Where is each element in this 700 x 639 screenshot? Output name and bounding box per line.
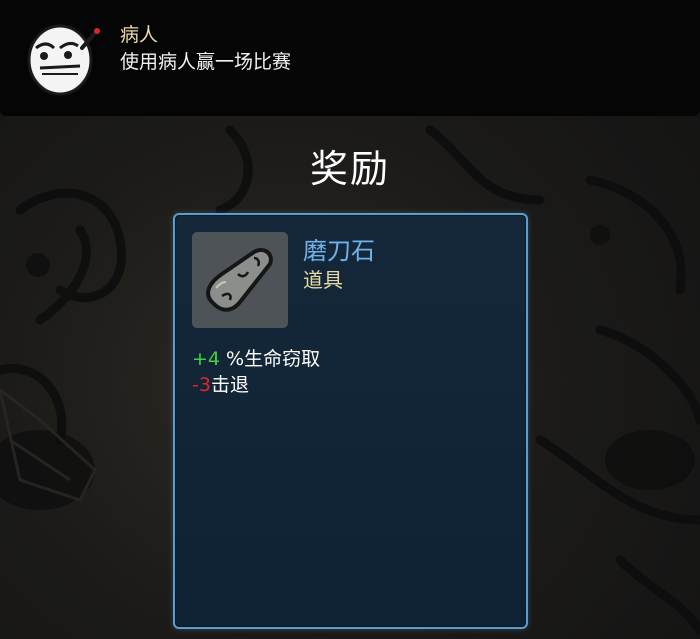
whetstone-icon — [206, 247, 273, 312]
reward-heading: 奖励 — [309, 147, 390, 191]
achievement-title: 病人 — [120, 24, 159, 46]
item-stats: +4 %生命窃取 -3击退 — [192, 346, 320, 398]
stat-row-knockback: -3击退 — [192, 372, 320, 398]
achievement-description: 使用病人赢一场比赛 — [120, 51, 292, 73]
item-name: 磨刀石 — [303, 237, 375, 265]
patient-character-icon — [27, 24, 100, 96]
item-type: 道具 — [303, 268, 343, 292]
stat-value: -3 — [192, 374, 211, 396]
stat-row-lifesteal: +4 %生命窃取 — [192, 346, 320, 372]
stat-value: +4 — [192, 348, 221, 370]
item-icon-slot — [192, 232, 288, 328]
stat-label: %生命窃取 — [220, 348, 321, 370]
achievement-banner: 病人 使用病人赢一场比赛 — [0, 0, 700, 116]
reward-item-card[interactable]: 磨刀石 道具 +4 %生命窃取 -3击退 — [173, 213, 528, 629]
stat-label: 击退 — [210, 374, 249, 396]
